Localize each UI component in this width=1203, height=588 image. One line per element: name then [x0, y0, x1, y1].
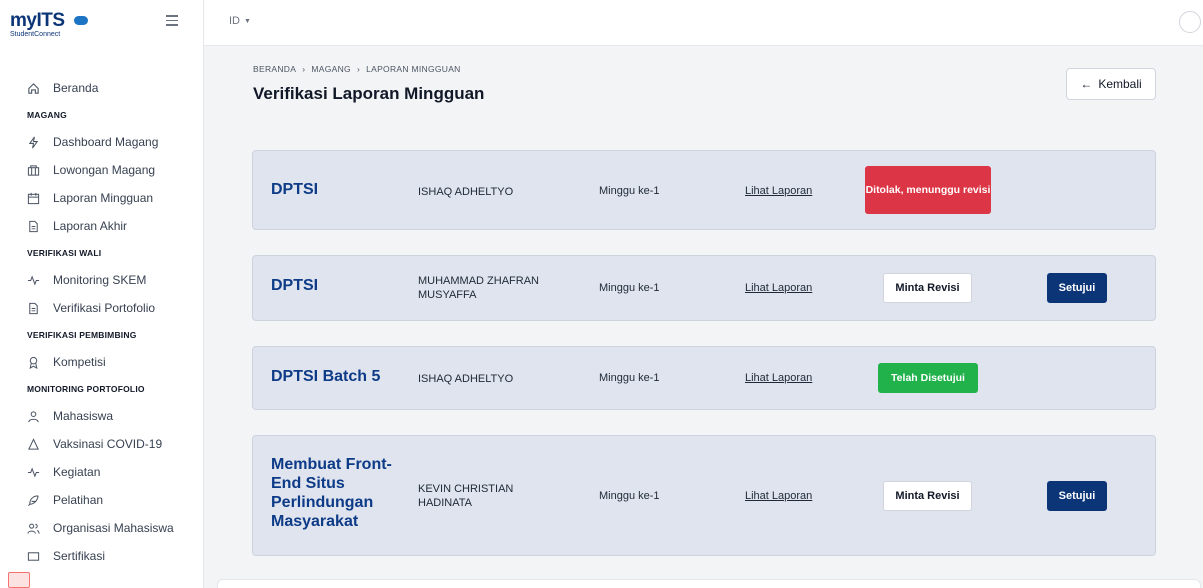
logo-subtext: StudentConnect: [10, 30, 61, 38]
student-name: ISHAQ ADHELTYO: [418, 186, 514, 198]
request-revision-button[interactable]: Minta Revisi: [883, 273, 972, 303]
sidebar-item-lowongan-magang[interactable]: Lowongan Magang: [0, 156, 204, 184]
sidebar-item-label: Dashboard Magang: [53, 135, 159, 149]
week-label: Minggu ke-1: [599, 185, 660, 197]
section-verifikasi-wali: VERIFIKASI WALI: [27, 248, 102, 258]
view-report-link[interactable]: Lihat Laporan: [745, 490, 812, 502]
sidebar-item-kegiatan[interactable]: Kegiatan: [0, 458, 204, 486]
report-card: Membuat Front-End Situs Perlindungan Mas…: [252, 435, 1156, 556]
sidebar-item-label: Verifikasi Portofolio: [53, 301, 156, 315]
sidebar-item-label: Pelatihan: [53, 493, 104, 507]
sidebar-item-verifikasi-portofolio[interactable]: Verifikasi Portofolio: [0, 294, 204, 322]
report-title: DPTSI Batch 5: [271, 368, 381, 385]
language-selector[interactable]: ID ▼: [229, 15, 251, 27]
sidebar-item-kompetisi[interactable]: Kompetisi: [0, 348, 204, 376]
report-title: DPTSI: [271, 181, 319, 198]
calendar-icon: [27, 192, 40, 205]
sidebar-item-label: Beranda: [53, 81, 99, 95]
approve-button[interactable]: Setujui: [1047, 273, 1107, 303]
student-name: MUHAMMAD ZHAFRAN MUSYAFFA: [418, 275, 539, 301]
sidebar-item-label: Laporan Akhir: [53, 219, 128, 233]
sidebar-item-label: Laporan Mingguan: [53, 191, 154, 205]
main-content: BERANDA › MAGANG › LAPORAN MINGGUAN Veri…: [204, 46, 1203, 588]
sidebar-item-label: Monitoring SKEM: [53, 273, 147, 287]
sidebar-item-dashboard-magang[interactable]: Dashboard Magang: [0, 128, 204, 156]
users-icon: [27, 522, 40, 535]
view-report-link[interactable]: Lihat Laporan: [745, 372, 812, 384]
sidebar-item-pelatihan[interactable]: Pelatihan: [0, 486, 204, 514]
sidebar-item-label: Lowongan Magang: [53, 163, 156, 177]
sidebar-item-label: Kompetisi: [53, 355, 106, 369]
file-icon: [27, 220, 40, 233]
status-text: Ditolak, menunggu revisi: [865, 183, 991, 196]
sidebar-item-monitoring-skem[interactable]: Monitoring SKEM: [0, 266, 204, 294]
week-label: Minggu ke-1: [599, 282, 660, 294]
sidebar-nav: Beranda MAGANG Dashboard Magang Lowongan…: [0, 74, 204, 570]
award-icon: [27, 356, 40, 369]
section-magang: MAGANG: [27, 110, 67, 120]
breadcrumb-separator: ›: [302, 64, 306, 74]
sidebar-item-label: Sertifikasi: [53, 549, 106, 563]
sidebar-item-label: Vaksinasi COVID-19: [53, 437, 163, 451]
report-card: DPTSI ISHAQ ADHELTYO Minggu ke-1 Lihat L…: [252, 150, 1156, 230]
sidebar-item-laporan-mingguan[interactable]: Laporan Mingguan: [0, 184, 204, 212]
logo-text: myITS: [10, 9, 65, 31]
sidebar-item-label: Organisasi Mahasiswa: [53, 521, 174, 535]
week-label: Minggu ke-1: [599, 490, 660, 502]
sidebar-item-organisasi[interactable]: Organisasi Mahasiswa: [0, 514, 204, 542]
back-button-label: Kembali: [1098, 77, 1142, 91]
sidebar-item-laporan-akhir[interactable]: Laporan Akhir: [0, 212, 204, 240]
sidebar-item-mahasiswa[interactable]: Mahasiswa: [0, 402, 204, 430]
logo[interactable]: myITS StudentConnect: [10, 11, 65, 38]
caret-down-icon: ▼: [244, 17, 251, 25]
logo-area: myITS StudentConnect: [0, 0, 203, 48]
breadcrumb-separator: ›: [356, 64, 361, 74]
language-label: ID: [229, 15, 240, 27]
sidebar-item-label: Kegiatan: [53, 465, 101, 479]
breadcrumb: BERANDA › MAGANG › LAPORAN MINGGUAN: [253, 64, 461, 74]
student-name: KEVIN CHRISTIAN HADINATA: [418, 483, 514, 509]
sidebar-item-vaksinasi[interactable]: Vaksinasi COVID-19: [0, 430, 204, 458]
activity-icon: [27, 136, 40, 149]
topbar: ID ▼: [204, 0, 1203, 46]
approve-button[interactable]: Setujui: [1047, 481, 1107, 511]
user-icon: [27, 410, 40, 423]
report-title: Membuat Front-End Situs Perlindungan Mas…: [271, 456, 392, 530]
bottom-panel: [217, 579, 1201, 588]
sidebar: myITS StudentConnect Beranda MAGANG Dash…: [0, 0, 204, 588]
sidebar-item-label: Mahasiswa: [53, 409, 114, 423]
sidebar-item-beranda[interactable]: Beranda: [0, 74, 204, 102]
pulse-icon: [27, 466, 40, 479]
section-monitoring-portofolio: MONITORING PORTOFOLIO: [27, 384, 145, 394]
feather-icon: [27, 494, 40, 507]
breadcrumb-laporan-mingguan: LAPORAN MINGGUAN: [366, 64, 461, 74]
request-revision-button[interactable]: Minta Revisi: [883, 481, 972, 511]
help-widget-icon[interactable]: [8, 572, 30, 588]
status-approved-badge: Telah Disetujui: [878, 363, 978, 393]
home-icon: [27, 82, 40, 95]
breadcrumb-beranda[interactable]: BERANDA: [253, 64, 296, 74]
week-label: Minggu ke-1: [599, 372, 660, 384]
section-verifikasi-pembimbing: VERIFIKASI PEMBIMBING: [27, 330, 137, 340]
user-avatar-icon[interactable]: [1179, 11, 1201, 33]
file-icon: [27, 302, 40, 315]
status-rejected-badge: Ditolak, menunggu revisi: [865, 166, 991, 214]
view-report-link[interactable]: Lihat Laporan: [745, 185, 812, 197]
back-button[interactable]: ← Kembali: [1066, 68, 1156, 100]
sidebar-item-sertifikasi[interactable]: Sertifikasi: [0, 542, 204, 570]
pulse-icon: [27, 274, 40, 287]
breadcrumb-magang[interactable]: MAGANG: [311, 64, 351, 74]
report-card: DPTSI MUHAMMAD ZHAFRAN MUSYAFFA Minggu k…: [252, 255, 1156, 321]
cloud-icon: [74, 16, 88, 25]
columns-icon: [27, 164, 40, 177]
page-title: Verifikasi Laporan Mingguan: [253, 84, 485, 103]
view-report-link[interactable]: Lihat Laporan: [745, 282, 812, 294]
shield-icon: [27, 437, 40, 451]
report-card: DPTSI Batch 5 ISHAQ ADHELTYO Minggu ke-1…: [252, 346, 1156, 410]
report-title: DPTSI: [271, 277, 319, 294]
student-name: ISHAQ ADHELTYO: [418, 373, 514, 385]
certificate-icon: [27, 550, 40, 563]
menu-icon[interactable]: [166, 15, 178, 26]
arrow-left-icon: ←: [1080, 77, 1093, 91]
